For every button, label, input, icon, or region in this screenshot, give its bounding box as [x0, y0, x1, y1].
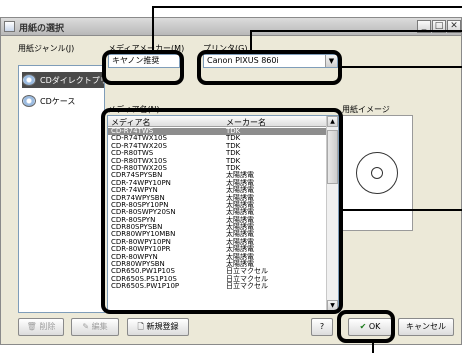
printer-select[interactable]: Canon PIXUS 860i ▼ [203, 54, 338, 68]
disc-hole [371, 167, 383, 179]
leader-line-media-maker [152, 6, 154, 52]
leader-line-ok [372, 342, 374, 353]
help-icon: ? [319, 322, 325, 331]
genre-item-label: CDケース [40, 96, 76, 106]
title-bar: 用紙の選択 _ □ ✕ [1, 18, 461, 36]
media-name-label: メディア名(N) [108, 105, 160, 114]
checkmark-icon: ✔ [359, 322, 369, 331]
leader-line-top [152, 6, 462, 8]
media-list-rows: CD-R74TWS TDK CD-R74TWX10S TDK CD-R74TWX20S T… [108, 127, 326, 291]
vertical-scrollbar[interactable]: ▲ ▼ [326, 116, 338, 312]
disc-image [356, 152, 398, 194]
media-list-row[interactable]: CDR650S.PW1P10P 日立マクセル [108, 282, 326, 291]
genre-item-label: CDダイレクトプリント [40, 75, 104, 85]
scroll-thumb[interactable] [327, 130, 338, 184]
edit-button[interactable]: ✎ 編集 [71, 318, 119, 336]
delete-button[interactable]: 🗑 削除 [18, 318, 64, 336]
help-button[interactable]: ? [311, 318, 333, 336]
cancel-button[interactable]: キャンセル [398, 318, 454, 336]
scroll-up-icon[interactable]: ▲ [327, 116, 338, 127]
leader-line-printer-right [342, 66, 462, 68]
delete-button-label: 削除 [39, 322, 56, 331]
paper-preview [342, 115, 413, 231]
window-title: 用紙の選択 [19, 24, 65, 34]
new-register-button[interactable]: 🗋 新規登録 [127, 318, 189, 336]
leader-line-printer-v [250, 30, 252, 52]
ok-button[interactable]: ✔ OK [348, 318, 392, 336]
genre-item-cd-case[interactable]: CDケース [22, 93, 75, 109]
ok-button-label: OK [368, 322, 381, 331]
genre-label: 用紙ジャンル(J) [18, 44, 75, 53]
chevron-down-icon[interactable]: ▼ [325, 55, 337, 67]
scroll-down-icon[interactable]: ▼ [327, 300, 338, 311]
cancel-button-label: キャンセル [406, 322, 446, 331]
media-list[interactable]: メディア名 メーカー名 CD-R74TWS TDK CD-R74TWX10S TDK C… [107, 115, 339, 313]
new-register-button-label: 新規登録 [146, 322, 179, 331]
media-maker-field[interactable]: キヤノン推奨 [108, 54, 180, 68]
printer-label: プリンタ(G) [203, 44, 248, 53]
trash-icon: 🗑 [26, 322, 40, 331]
preview-label: 用紙イメージ [342, 105, 390, 114]
printer-value: Canon PIXUS 860i [207, 56, 279, 65]
leader-line-media-list [342, 209, 462, 211]
genre-tree[interactable]: CDダイレクトプリント CDケース [18, 65, 105, 313]
media-name-cell: CDR650S.PW1P10P [111, 282, 180, 291]
app-icon [4, 21, 15, 32]
edit-icon: ✎ [82, 322, 92, 331]
media-list-header: メディア名 メーカー名 [108, 116, 326, 127]
maker-name-cell: 日立マクセル [226, 282, 268, 291]
cd-case-icon [22, 95, 36, 107]
cd-icon [22, 74, 36, 86]
edit-button-label: 編集 [91, 322, 108, 331]
genre-item-cd-direct[interactable]: CDダイレクトプリント [22, 72, 104, 88]
leader-line-printer-h [250, 30, 462, 32]
media-maker-label: メディアメーカー(M) [108, 44, 185, 53]
media-maker-value: キヤノン推奨 [112, 56, 160, 65]
